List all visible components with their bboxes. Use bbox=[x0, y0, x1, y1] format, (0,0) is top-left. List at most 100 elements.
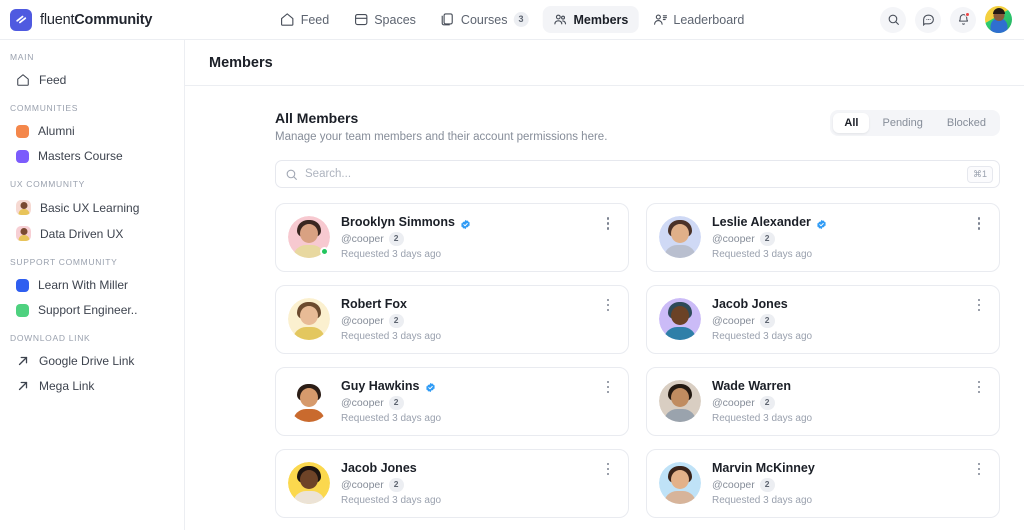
sidebar-item-mega-link[interactable]: Mega Link bbox=[6, 374, 178, 398]
member-more-menu-icon[interactable] bbox=[600, 298, 616, 312]
nav-item-leaderboard[interactable]: Leaderboard bbox=[642, 6, 754, 33]
member-card[interactable]: Wade Warren @cooper 2 Requested 3 days a… bbox=[646, 366, 1000, 436]
tab-all[interactable]: All bbox=[833, 113, 870, 133]
member-card[interactable]: Jacob Jones @cooper 2 Requested 3 days a… bbox=[646, 284, 1000, 354]
color-swatch-icon bbox=[16, 124, 29, 138]
layers-icon bbox=[353, 12, 368, 27]
courses-badge: 3 bbox=[513, 12, 529, 27]
member-card[interactable]: Marvin McKinney @cooper 2 Requested 3 da… bbox=[646, 448, 1000, 518]
member-card[interactable]: Brooklyn Simmons @cooper 2 Requested 3 d… bbox=[275, 203, 629, 272]
verified-badge-icon bbox=[425, 380, 436, 393]
member-more-menu-icon[interactable] bbox=[600, 217, 616, 230]
member-name: Guy Hawkins bbox=[341, 378, 420, 393]
arrow-up-right-icon bbox=[16, 379, 30, 393]
nav-label-feed: Feed bbox=[300, 12, 330, 27]
member-handle: @cooper bbox=[341, 478, 384, 491]
page-title: Members bbox=[209, 54, 273, 71]
sidebar-label-basic-ux-learning: Basic UX Learning bbox=[40, 200, 140, 215]
chat-icon-button[interactable] bbox=[915, 6, 941, 33]
search-icon-button[interactable] bbox=[880, 6, 906, 33]
member-requested-time: Requested 3 days ago bbox=[712, 248, 813, 260]
member-card[interactable]: Jacob Jones @cooper 2 Requested 3 days a… bbox=[275, 448, 629, 518]
nav-label-members: Members bbox=[573, 12, 629, 27]
member-handle: @cooper bbox=[712, 314, 755, 327]
nav-item-courses[interactable]: Courses 3 bbox=[430, 6, 539, 33]
member-avatar bbox=[288, 380, 330, 423]
brand-logo[interactable]: fluentCommunity bbox=[0, 8, 300, 31]
member-count-badge: 2 bbox=[388, 313, 404, 328]
sidebar-item-feed[interactable]: Feed bbox=[6, 68, 178, 92]
member-requested-time: Requested 3 days ago bbox=[341, 330, 442, 342]
nav-item-spaces[interactable]: Spaces bbox=[343, 6, 426, 33]
sidebar-section-ux-community: UX COMMUNITY bbox=[10, 179, 85, 189]
sidebar-label-mega-link: Mega Link bbox=[39, 379, 95, 393]
member-avatar bbox=[288, 298, 330, 341]
member-name: Robert Fox bbox=[341, 296, 407, 311]
member-info: Robert Fox @cooper 2 Requested 3 days ag… bbox=[341, 297, 589, 342]
arrow-up-right-icon bbox=[16, 354, 30, 368]
bell-icon-button[interactable] bbox=[950, 6, 976, 33]
community-avatar-icon bbox=[16, 226, 31, 241]
member-count-badge: 2 bbox=[388, 477, 404, 492]
search-bar[interactable]: ⌘1 bbox=[275, 160, 1000, 188]
tab-pending[interactable]: Pending bbox=[871, 113, 933, 133]
member-name: Marvin McKinney bbox=[712, 460, 815, 475]
member-more-menu-icon[interactable] bbox=[971, 217, 987, 230]
nav-item-feed[interactable]: Feed bbox=[270, 6, 340, 33]
brand-name-bold: Community bbox=[74, 11, 153, 28]
sidebar-section-main: MAIN bbox=[10, 52, 35, 62]
sidebar-section-support-community: SUPPORT COMMUNITY bbox=[10, 257, 118, 267]
users-icon bbox=[552, 12, 567, 27]
member-more-menu-icon[interactable] bbox=[971, 380, 987, 394]
member-card[interactable]: Leslie Alexander @cooper 2 Requested 3 d… bbox=[646, 203, 1000, 272]
member-requested-time: Requested 3 days ago bbox=[341, 494, 442, 506]
member-info: Marvin McKinney @cooper 2 Requested 3 da… bbox=[712, 461, 960, 506]
nav-label-courses: Courses bbox=[460, 12, 508, 27]
section-header: All Members Manage your team members and… bbox=[275, 110, 1000, 143]
cards-icon bbox=[440, 12, 455, 27]
member-avatar bbox=[288, 216, 330, 259]
avatar[interactable] bbox=[985, 6, 1012, 33]
member-avatar bbox=[659, 380, 701, 423]
member-avatar bbox=[288, 462, 330, 505]
notification-dot bbox=[965, 11, 970, 17]
member-count-badge: 2 bbox=[759, 313, 775, 328]
tab-blocked[interactable]: Blocked bbox=[936, 113, 997, 133]
sidebar-item-learn-with-miller[interactable]: Learn With Miller bbox=[6, 273, 178, 297]
sidebar-item-google-drive-link[interactable]: Google Drive Link bbox=[6, 349, 178, 373]
member-card[interactable]: Guy Hawkins @cooper 2 Requested 3 days a… bbox=[275, 366, 629, 436]
sidebar-item-masters-course[interactable]: Masters Course bbox=[6, 144, 178, 168]
section-title: All Members bbox=[275, 110, 359, 126]
nav-item-members[interactable]: Members bbox=[542, 6, 639, 33]
search-input[interactable] bbox=[305, 168, 960, 180]
sidebar-item-support-engineer[interactable]: Support Engineer.. bbox=[6, 298, 178, 322]
app-root: fluentCommunity Feed Spaces Courses 3 Me… bbox=[0, 0, 1024, 530]
nav-label-leaderboard: Leaderboard bbox=[673, 12, 745, 27]
member-more-menu-icon[interactable] bbox=[600, 462, 616, 476]
member-name: Jacob Jones bbox=[341, 460, 417, 475]
top-actions bbox=[880, 6, 1024, 33]
member-name: Wade Warren bbox=[712, 378, 791, 393]
sidebar-item-alumni[interactable]: Alumni bbox=[6, 119, 178, 143]
fluent-logo-icon bbox=[10, 8, 32, 31]
member-info: Brooklyn Simmons @cooper 2 Requested 3 d… bbox=[341, 215, 589, 260]
member-info: Leslie Alexander @cooper 2 Requested 3 d… bbox=[712, 215, 960, 260]
nav-label-spaces: Spaces bbox=[374, 12, 416, 27]
member-more-menu-icon[interactable] bbox=[600, 380, 616, 394]
search-shortcut-badge: ⌘1 bbox=[966, 165, 993, 183]
sidebar-label-data-driven-ux: Data Driven UX bbox=[40, 226, 124, 241]
filter-tabs: All Pending Blocked bbox=[830, 110, 1000, 136]
top-bar: fluentCommunity Feed Spaces Courses 3 Me… bbox=[0, 0, 1024, 40]
members-panel: All Members Manage your team members and… bbox=[185, 86, 1024, 530]
member-handle: @cooper bbox=[341, 396, 384, 409]
member-more-menu-icon[interactable] bbox=[971, 462, 987, 476]
member-more-menu-icon[interactable] bbox=[971, 298, 987, 312]
sidebar-label-alumni: Alumni bbox=[38, 124, 75, 138]
member-card[interactable]: Robert Fox @cooper 2 Requested 3 days ag… bbox=[275, 284, 629, 354]
sidebar-item-basic-ux-learning[interactable]: Basic UX Learning bbox=[6, 195, 178, 220]
members-grid: Brooklyn Simmons @cooper 2 Requested 3 d… bbox=[275, 203, 1000, 530]
member-count-badge: 2 bbox=[759, 232, 775, 246]
member-count-badge: 2 bbox=[759, 477, 775, 492]
sidebar-label-masters-course: Masters Course bbox=[38, 149, 123, 163]
sidebar-item-data-driven-ux[interactable]: Data Driven UX bbox=[6, 221, 178, 246]
